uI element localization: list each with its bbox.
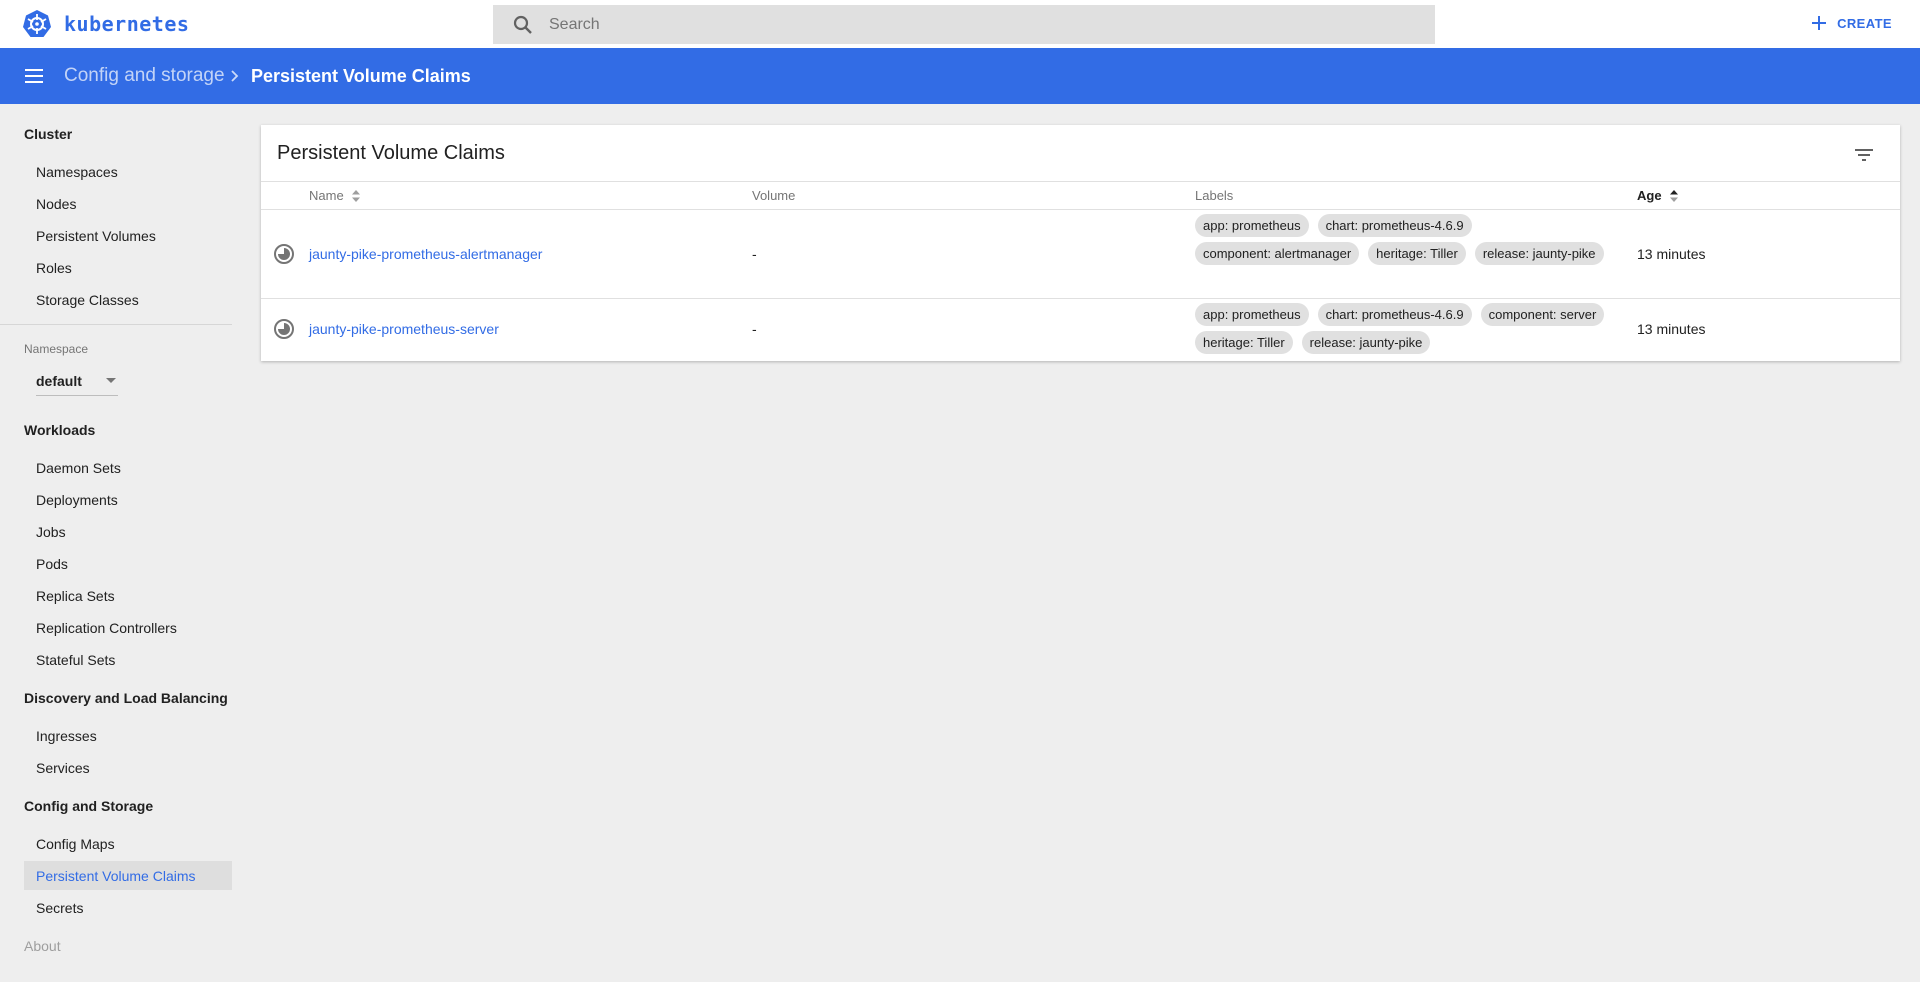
sort-icon bbox=[351, 189, 360, 202]
dropdown-arrow-icon bbox=[106, 378, 116, 383]
column-header-labels-label: Labels bbox=[1195, 188, 1234, 203]
pvc-age: 13 minutes bbox=[1637, 246, 1706, 262]
pending-status-icon bbox=[274, 319, 294, 339]
sidebar-section-config[interactable]: Config and Storage bbox=[24, 798, 153, 814]
pvc-name-link[interactable]: jaunty-pike-prometheus-alertmanager bbox=[309, 246, 542, 262]
column-header-age[interactable]: Age bbox=[1637, 188, 1680, 203]
sidebar-item-stateful-sets[interactable]: Stateful Sets bbox=[24, 645, 232, 674]
search-bar bbox=[493, 5, 1435, 44]
sidebar-item-services[interactable]: Services bbox=[24, 753, 232, 782]
sidebar-item-daemon-sets[interactable]: Daemon Sets bbox=[24, 453, 232, 482]
sidebar-item-replication-controllers[interactable]: Replication Controllers bbox=[24, 613, 232, 642]
label-chip: app: prometheus bbox=[1195, 303, 1309, 326]
page-title: Persistent Volume Claims bbox=[251, 66, 471, 86]
top-bar: kubernetes CREATE bbox=[0, 0, 1920, 48]
pvc-list-card: Persistent Volume Claims Name Volume Lab… bbox=[261, 125, 1900, 361]
sidebar-item-secrets[interactable]: Secrets bbox=[24, 893, 232, 922]
hamburger-menu-icon[interactable] bbox=[22, 64, 46, 88]
sidebar-item-deployments[interactable]: Deployments bbox=[24, 485, 232, 514]
label-chip: chart: prometheus-4.6.9 bbox=[1317, 214, 1472, 237]
filter-icon[interactable] bbox=[1852, 143, 1876, 167]
label-chip: component: server bbox=[1480, 303, 1605, 326]
pending-status-icon bbox=[274, 244, 294, 264]
namespace-value: default bbox=[36, 372, 82, 389]
column-header-name[interactable]: Name bbox=[309, 188, 362, 203]
label-chip: release: jaunty-pike bbox=[1474, 242, 1604, 265]
sidebar-item-pods[interactable]: Pods bbox=[24, 549, 232, 578]
search-icon bbox=[513, 15, 532, 34]
sidebar: Cluster Namespaces Nodes Persistent Volu… bbox=[0, 104, 232, 982]
label-chip: component: alertmanager bbox=[1195, 242, 1360, 265]
label-chips: app: prometheus chart: prometheus-4.6.9 … bbox=[1195, 303, 1615, 359]
label-chip: app: prometheus bbox=[1195, 214, 1309, 237]
sidebar-item-persistent-volumes[interactable]: Persistent Volumes bbox=[24, 221, 232, 250]
sidebar-item-roles[interactable]: Roles bbox=[24, 253, 232, 282]
label-chip: heritage: Tiller bbox=[1368, 242, 1466, 265]
column-header-volume: Volume bbox=[752, 188, 795, 203]
column-header-age-label: Age bbox=[1637, 188, 1662, 203]
create-button[interactable]: CREATE bbox=[1809, 13, 1892, 33]
sort-icon bbox=[1669, 189, 1678, 202]
brand-name: kubernetes bbox=[64, 12, 190, 36]
sidebar-item-persistent-volume-claims[interactable]: Persistent Volume Claims bbox=[24, 861, 232, 890]
namespace-label: Namespace bbox=[24, 342, 89, 356]
table-row: jaunty-pike-prometheus-alertmanager - ap… bbox=[261, 210, 1900, 299]
table-row: jaunty-pike-prometheus-server - app: pro… bbox=[261, 299, 1900, 361]
card-title: Persistent Volume Claims bbox=[277, 142, 505, 164]
sidebar-item-storage-classes[interactable]: Storage Classes bbox=[24, 285, 232, 314]
sidebar-item-about[interactable]: About bbox=[24, 938, 61, 954]
chevron-right-icon bbox=[231, 70, 239, 82]
label-chip: heritage: Tiller bbox=[1195, 331, 1293, 354]
brand[interactable]: kubernetes bbox=[22, 9, 189, 39]
namespace-selector[interactable]: default bbox=[36, 366, 118, 396]
sidebar-item-namespaces[interactable]: Namespaces bbox=[24, 157, 232, 186]
table-header: Name Volume Labels Age bbox=[261, 181, 1900, 210]
label-chip: chart: prometheus-4.6.9 bbox=[1317, 303, 1472, 326]
pvc-age: 13 minutes bbox=[1637, 321, 1706, 337]
kubernetes-logo-icon bbox=[23, 10, 51, 37]
sidebar-item-jobs[interactable]: Jobs bbox=[24, 517, 232, 546]
sidebar-item-replica-sets[interactable]: Replica Sets bbox=[24, 581, 232, 610]
sidebar-section-discovery[interactable]: Discovery and Load Balancing bbox=[24, 690, 228, 706]
sidebar-divider bbox=[0, 324, 232, 325]
column-header-labels: Labels bbox=[1195, 188, 1233, 203]
breadcrumb-parent-link[interactable]: Config and storage bbox=[64, 65, 225, 87]
create-label: CREATE bbox=[1837, 15, 1892, 31]
label-chip: release: jaunty-pike bbox=[1301, 331, 1431, 354]
sidebar-item-nodes[interactable]: Nodes bbox=[24, 189, 232, 218]
pvc-name-link[interactable]: jaunty-pike-prometheus-server bbox=[309, 321, 499, 337]
pvc-volume: - bbox=[752, 321, 757, 337]
sidebar-section-cluster[interactable]: Cluster bbox=[24, 126, 72, 142]
column-header-volume-label: Volume bbox=[752, 188, 796, 203]
column-header-name-label: Name bbox=[309, 188, 344, 203]
breadcrumb-bar: Config and storage Persistent Volume Cla… bbox=[0, 48, 1920, 104]
sidebar-section-workloads[interactable]: Workloads bbox=[24, 422, 95, 438]
label-chips: app: prometheus chart: prometheus-4.6.9 … bbox=[1195, 214, 1615, 270]
search-input[interactable] bbox=[549, 15, 1349, 34]
pvc-volume: - bbox=[752, 246, 757, 262]
sidebar-item-ingresses[interactable]: Ingresses bbox=[24, 721, 232, 750]
sidebar-item-config-maps[interactable]: Config Maps bbox=[24, 829, 232, 858]
plus-icon bbox=[1812, 16, 1827, 30]
